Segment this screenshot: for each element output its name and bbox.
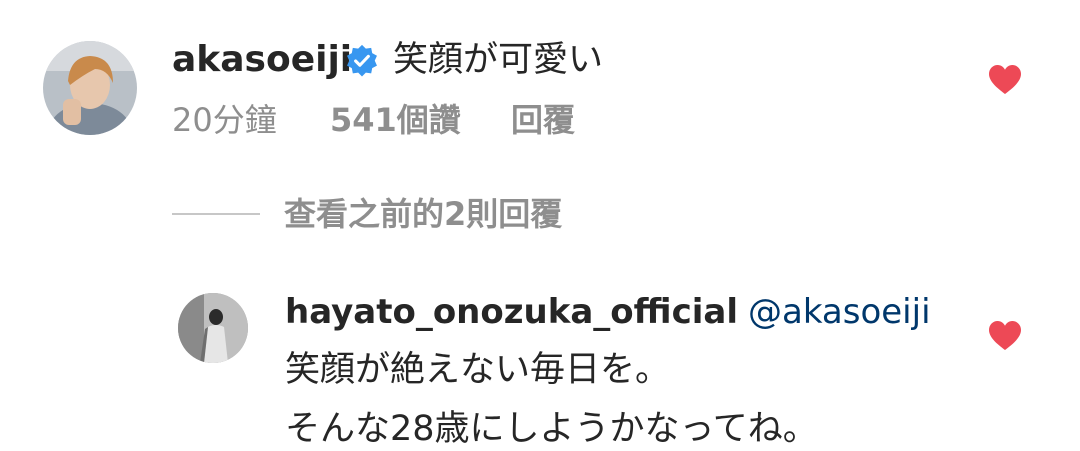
heart-icon[interactable] [988, 320, 1022, 352]
view-replies-divider [172, 213, 260, 215]
reply-text-line: そんな28歳にしようかなってね。 [285, 409, 818, 449]
reply-text-line: 笑顔が絶えない毎日を。 [285, 350, 671, 390]
view-previous-replies-button[interactable]: 查看之前的2則回覆 [284, 194, 562, 234]
comment-likes-count[interactable]: 541個讚 [330, 100, 461, 140]
reply-button[interactable]: 回覆 [511, 100, 575, 140]
heart-icon[interactable] [988, 64, 1022, 96]
comment-text: 笑顔が可愛い [393, 40, 604, 80]
verified-badge-icon [347, 44, 377, 77]
reply-username[interactable]: hayato_onozuka_official [285, 292, 738, 332]
comment-timestamp: 20分鐘 [172, 101, 277, 139]
reply-mention-link[interactable]: @akasoeiji [748, 292, 931, 332]
reply-header: hayato_onozuka_official @akasoeiji [285, 290, 931, 334]
avatar-akasoeiji[interactable] [43, 41, 137, 135]
avatar-hayato-onozuka[interactable] [178, 293, 248, 363]
comment-username[interactable]: akasoeiji [172, 38, 352, 82]
